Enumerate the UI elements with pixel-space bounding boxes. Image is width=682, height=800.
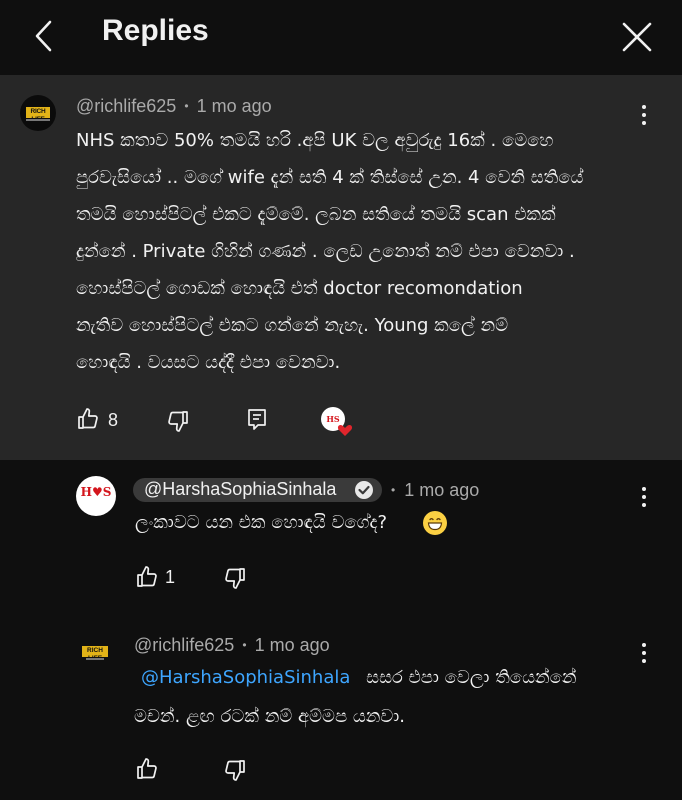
like-count: 8: [108, 410, 119, 430]
reply-menu-button[interactable]: [632, 485, 656, 509]
dislike-button[interactable]: [223, 758, 247, 786]
more-vert-icon: [642, 105, 646, 125]
comment-line: හොඳයි . වයසට යද්දී එපා වෙනවා.: [76, 352, 341, 373]
meta-separator: •: [184, 99, 189, 113]
avatar-logo-text: RICH LIFE: [30, 108, 46, 123]
reply-time: 1 mo ago: [404, 480, 480, 500]
comment-time: 1 mo ago: [196, 96, 272, 116]
comment-text: NHS කතාව 50% තමයි හරි .අපි UK වල අවුරුදු…: [76, 122, 583, 381]
reply-meta: @richlife625 • 1 mo ago: [134, 635, 330, 656]
comment-line: නැතිව හොස්පිටල් එකට ගන්නේ නැහැ. Young කල…: [76, 315, 509, 336]
chevron-left-icon: [35, 20, 52, 52]
comment-line: දුන්නේ . Private ගිහින් ගණන් . ලෙඩ උනොත්…: [76, 241, 575, 262]
thumbs-up-icon: [78, 408, 98, 429]
avatar[interactable]: H♥S: [76, 476, 116, 516]
comment-line: තමයි හොස්පිටල් එකට දැම්මේ. ලබන සතියේ තමය…: [76, 204, 556, 225]
thumbs-down-icon: [168, 411, 188, 432]
comment-line: NHS කතාව 50% තමයි හරි .අපි UK වල අවුරුදු…: [76, 130, 554, 151]
avatar-logo-text: RICH LIFE: [87, 647, 103, 662]
creator-author-badge[interactable]: @HarshaSophiaSinhala: [133, 478, 382, 502]
like-count: 1: [165, 567, 176, 587]
reply-menu-button[interactable]: [632, 641, 656, 665]
meta-separator: •: [391, 483, 396, 497]
verified-check-icon: [355, 481, 373, 499]
grinning-emoji-icon: [423, 511, 447, 535]
comment-meta: @richlife625 • 1 mo ago: [76, 96, 272, 117]
creator-heart-badge: HS: [320, 406, 354, 438]
meta-separator: •: [242, 638, 247, 652]
reply-meta: • 1 mo ago: [389, 480, 479, 501]
avatar[interactable]: RICH LIFE: [20, 95, 56, 131]
close-icon: [622, 22, 652, 52]
like-button[interactable]: [76, 407, 100, 435]
page-title: Replies: [102, 14, 209, 47]
reply-text-line: සසර එපා වෙලා තියෙන්නේ: [366, 667, 577, 688]
reply-text: @HarshaSophiaSinhala සසර එපා වෙලා තියෙන්…: [141, 667, 577, 688]
reply-button[interactable]: [245, 407, 269, 437]
svg-text:HS: HS: [326, 414, 340, 424]
dislike-button[interactable]: [166, 409, 190, 437]
avatar[interactable]: RICH LIFE: [78, 640, 112, 664]
reply-author: @HarshaSophiaSinhala: [144, 479, 337, 499]
reply-comment-icon: [248, 409, 266, 430]
mention-link[interactable]: @HarshaSophiaSinhala: [141, 667, 350, 688]
reply-text: ලංකාවට යන එක හොඳයි වගේද?: [135, 512, 388, 533]
back-button[interactable]: [26, 16, 62, 56]
comment-author[interactable]: @richlife625: [76, 96, 176, 116]
thumbs-down-icon: [225, 760, 245, 781]
close-button[interactable]: [616, 16, 658, 58]
comment-line: හොස්පිටල් ගොඩක් හොඳයි එත් doctor recomon…: [76, 278, 523, 299]
comment-line: පුරවැසියෝ .. මගේ wife දැන් සති 4 ක් තිස්…: [76, 167, 584, 188]
reply-time: 1 mo ago: [254, 635, 330, 655]
replies-header: Replies: [0, 0, 682, 75]
more-vert-icon: [642, 487, 646, 507]
like-button[interactable]: [135, 565, 159, 593]
thumbs-up-icon: [137, 566, 157, 587]
reply-text-line: මචන්. ළඟ රටක් නම් අම්මප යනවා.: [134, 706, 405, 727]
dislike-button[interactable]: [223, 566, 247, 594]
thumbs-up-icon: [137, 758, 157, 779]
like-button[interactable]: [135, 757, 159, 785]
creator-heart-icon: HS: [321, 407, 353, 436]
thumbs-down-icon: [225, 568, 245, 589]
avatar-logo-text: H♥S: [80, 485, 112, 499]
more-vert-icon: [642, 643, 646, 663]
comment-menu-button[interactable]: [632, 103, 656, 127]
reply-author[interactable]: @richlife625: [134, 635, 234, 655]
